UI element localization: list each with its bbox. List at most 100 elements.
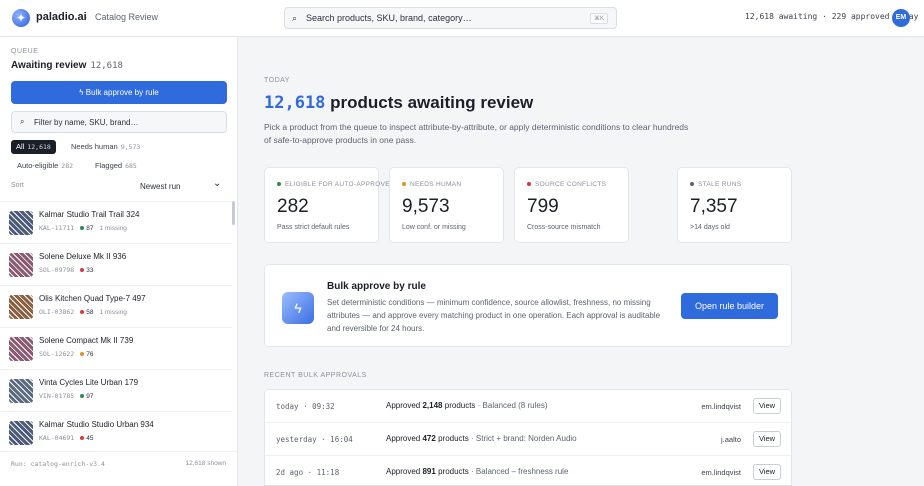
chip-count: 12,618: [27, 143, 51, 151]
bolt-icon: ϟ: [282, 292, 314, 324]
table-row: 2d ago · 11:18 Approved 891 products · B…: [265, 456, 791, 485]
filter-chip-flagged[interactable]: Flagged 685: [90, 159, 142, 173]
confidence-score: 33: [86, 267, 94, 274]
stat-subtitle: Pass strict default rules: [277, 224, 350, 231]
list-item[interactable]: Vinta Cycles Lite Urban 179 VIN-01785 97: [0, 369, 232, 411]
rule-card-title: Bulk approve by rule: [327, 281, 426, 292]
list-scrollbar[interactable]: [232, 201, 235, 225]
bulk-rule-card: ϟ Bulk approve by rule Set deterministic…: [264, 264, 792, 347]
stat-label-text: NEEDS HUMAN: [410, 181, 462, 188]
headline-text: products awaiting review: [330, 93, 534, 112]
missing-count: 1 missing: [99, 225, 127, 232]
search-input[interactable]: ⌕ Search products, SKU, brand, category……: [284, 7, 617, 29]
app-header: ✦ paladio.ai · Catalog Review ⌕ Search p…: [0, 0, 924, 37]
list-item[interactable]: Solene Deluxe Mk II 936 SOL-09798 33: [0, 243, 232, 285]
bulk-approve-button[interactable]: ϟ Bulk approve by rule: [11, 81, 227, 104]
chip-count: 9,573: [120, 143, 141, 151]
stat-subtitle: Cross-source mismatch: [527, 224, 601, 231]
stat-value: 9,573: [402, 196, 450, 217]
table-row: yesterday · 16:04 Approved 472 products …: [265, 423, 791, 456]
product-meta: SOL-12622 76: [39, 350, 99, 358]
stat-value: 7,357: [690, 196, 738, 217]
approval-user: em.lindqvist: [701, 468, 741, 477]
sidebar-footer: Run: catalog-enrich-v3.4 12,618 shown: [0, 451, 238, 481]
recent-approvals-table: today · 09:32 Approved 2,148 products · …: [264, 389, 792, 486]
filter-chip-auto-eligible[interactable]: Auto-eligible 282: [12, 159, 78, 173]
confidence-dot: [80, 226, 85, 231]
stat-card-needs-human[interactable]: NEEDS HUMAN 9,573 Low conf. or missing: [389, 167, 504, 243]
shown-count: 12,618 shown: [185, 460, 226, 467]
stat-label: NEEDS HUMAN: [402, 181, 461, 188]
avatar[interactable]: EM: [892, 9, 910, 27]
filter-chip-all[interactable]: All 12,618: [11, 140, 56, 154]
table-row: today · 09:32 Approved 2,148 products · …: [265, 390, 791, 423]
confidence-score: 58: [86, 309, 94, 316]
stat-subtitle: >14 days old: [690, 224, 730, 231]
approval-suffix: products: [438, 467, 469, 476]
stat-card-source-conflicts[interactable]: SOURCE CONFLICTS 799 Cross-source mismat…: [514, 167, 629, 243]
product-thumbnail: [9, 295, 33, 319]
breadcrumb[interactable]: Catalog Review: [95, 12, 158, 22]
chip-label: Needs human: [71, 142, 118, 151]
confidence-score: 87: [86, 225, 94, 232]
list-item[interactable]: Kalmar Studio Studio Urban 934 KAL-04691…: [0, 411, 232, 453]
view-button[interactable]: View: [753, 464, 781, 480]
approval-summary: Approved 891 products · Balanced – fresh…: [386, 467, 568, 476]
view-button[interactable]: View: [753, 431, 781, 447]
approval-time: today · 09:32: [276, 402, 335, 411]
recent-approvals-label: RECENT BULK APPROVALS: [264, 372, 367, 379]
filter-placeholder: Filter by name, SKU, brand…: [34, 118, 139, 127]
approval-suffix: products: [438, 434, 469, 443]
sort-select[interactable]: Newest run: [140, 182, 180, 191]
search-icon: ⌕: [20, 117, 25, 126]
approval-prefix: Approved: [386, 401, 421, 410]
brand-name[interactable]: paladio.ai: [36, 11, 87, 23]
search-icon: ⌕: [292, 13, 298, 23]
status-dot: [277, 182, 281, 187]
status-dot: [690, 182, 694, 187]
today-label: TODAY: [264, 77, 290, 84]
approval-time: 2d ago · 11:18: [276, 468, 340, 477]
product-name: Olis Kitchen Quad Type-7 497: [39, 294, 146, 303]
filter-chip-needs-human[interactable]: Needs human 9,573: [66, 140, 145, 154]
logo-icon[interactable]: ✦: [12, 9, 30, 27]
approval-count: 472: [422, 434, 436, 443]
stat-label: ELIGIBLE FOR AUTO-APPROVE: [277, 181, 390, 188]
product-sku: KAL-04691: [39, 434, 75, 442]
product-thumbnail: [9, 253, 33, 277]
product-name: Kalmar Studio Studio Urban 934: [39, 420, 154, 429]
status-dot: [527, 182, 531, 187]
confidence-score: 76: [86, 351, 94, 358]
product-meta: SOL-09798 33: [39, 266, 99, 274]
view-button[interactable]: View: [753, 398, 781, 414]
confidence-dot: [80, 352, 85, 357]
approval-rule: · Balanced (8 rules): [477, 401, 548, 410]
product-sku: KAL-11711: [39, 224, 75, 232]
page-title: 12,618 products awaiting review: [264, 93, 533, 113]
chevron-down-icon[interactable]: ⌄: [213, 178, 221, 189]
product-sku: SOL-09798: [39, 266, 75, 274]
filter-input[interactable]: ⌕ Filter by name, SKU, brand…: [11, 111, 227, 133]
approval-suffix: products: [444, 401, 476, 410]
bulk-approve-label: Bulk approve by rule: [85, 88, 159, 97]
search-shortcut: ⌘K: [589, 13, 608, 24]
product-sku: OLI-03862: [39, 308, 75, 316]
list-item[interactable]: Kalmar Studio Trail Trail 324 KAL-11711 8…: [0, 201, 232, 243]
approval-count: 2,148: [422, 401, 443, 410]
product-thumbnail: [9, 211, 33, 235]
product-thumbnail: [9, 379, 33, 403]
approval-rule: · Balanced – freshness rule: [471, 467, 569, 476]
product-name: Kalmar Studio Trail Trail 324: [39, 210, 140, 219]
stat-card-auto-approve[interactable]: ELIGIBLE FOR AUTO-APPROVE 282 Pass stric…: [264, 167, 390, 243]
approval-prefix: Approved: [386, 467, 421, 476]
list-item[interactable]: Solene Compact Mk II 739 SOL-12622 76: [0, 327, 232, 369]
status-dot: [402, 182, 406, 187]
chip-label: Flagged: [95, 161, 123, 170]
confidence-dot: [80, 268, 85, 273]
headline-number: 12,618: [264, 93, 326, 113]
queue-count: 12,618: [90, 61, 123, 71]
stat-card-stale-runs[interactable]: STALE RUNS 7,357 >14 days old: [677, 167, 792, 243]
list-item[interactable]: Olis Kitchen Quad Type-7 497 OLI-03862 58…: [0, 285, 232, 327]
open-rule-builder-button[interactable]: Open rule builder: [681, 293, 778, 319]
rule-card-description: Set deterministic conditions — minimum c…: [327, 298, 661, 333]
